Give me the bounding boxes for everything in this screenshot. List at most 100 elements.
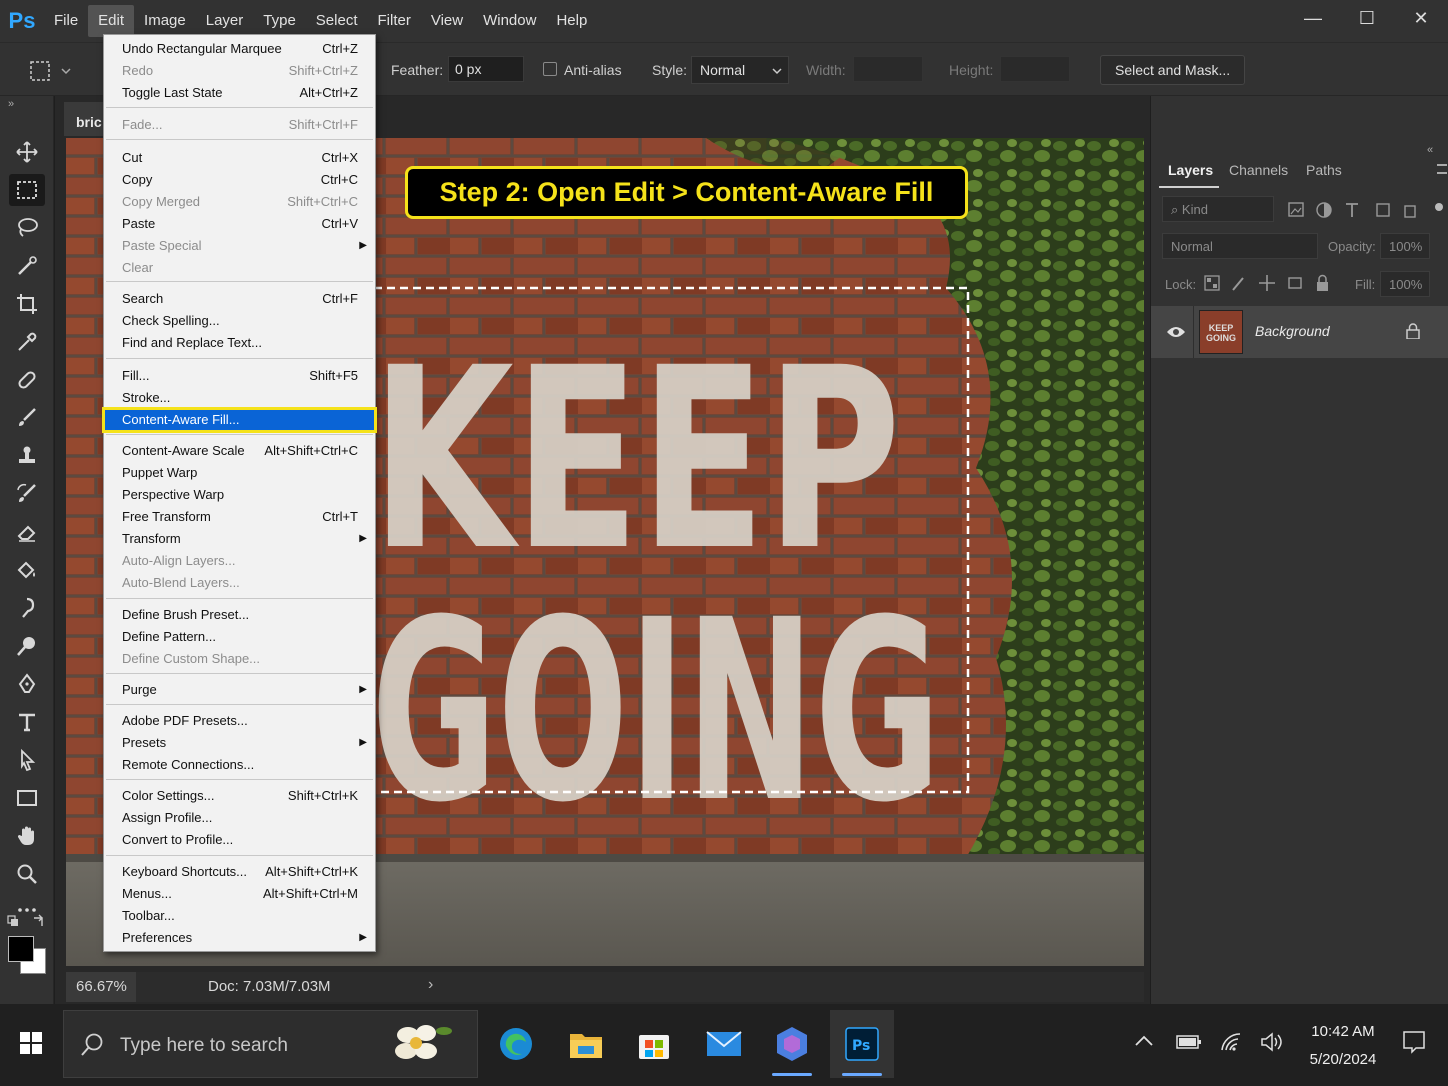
taskbar-search[interactable]: Type here to search (63, 1010, 478, 1078)
menu-layer[interactable]: Layer (196, 5, 254, 37)
clone-stamp-tool-icon[interactable] (9, 440, 45, 472)
layer-name[interactable]: Background (1255, 323, 1330, 339)
microsoft-store-icon[interactable] (622, 1010, 686, 1078)
clock[interactable]: 10:42 AM 5/20/2024 (1300, 1018, 1386, 1074)
minimize-button[interactable]: — (1286, 0, 1340, 36)
menuitem-paste[interactable]: Paste Ctrl+V (104, 213, 375, 235)
menuitem-undo[interactable]: Undo Rectangular Marquee Ctrl+Z (104, 38, 375, 60)
crop-tool-icon[interactable] (9, 288, 45, 320)
menuitem-convert-profile[interactable]: Convert to Profile... (104, 829, 375, 851)
menuitem-clear[interactable]: Clear (104, 257, 375, 279)
menuitem-search[interactable]: Search Ctrl+F (104, 288, 375, 310)
menuitem-stroke[interactable]: Stroke... (104, 387, 375, 409)
menuitem-cut[interactable]: Cut Ctrl+X (104, 147, 375, 169)
menuitem-preferences[interactable]: Preferences ▶ (104, 927, 375, 949)
menuitem-perspective-warp[interactable]: Perspective Warp (104, 484, 375, 506)
menuitem-copy[interactable]: Copy Ctrl+C (104, 169, 375, 191)
layer-filter-kind[interactable]: ⌕ Kind (1162, 196, 1274, 222)
mail-icon[interactable] (692, 1010, 756, 1078)
menu-edit[interactable]: Edit (88, 5, 135, 37)
menuitem-find-replace[interactable]: Find and Replace Text... (104, 332, 375, 354)
lasso-tool-icon[interactable] (9, 212, 45, 244)
antialias-checkbox[interactable] (543, 62, 557, 76)
menuitem-assign-profile[interactable]: Assign Profile... (104, 807, 375, 829)
edge-icon[interactable] (484, 1010, 548, 1078)
panel-menu-icon[interactable] (1437, 164, 1447, 174)
menuitem-copy-merged[interactable]: Copy Merged Shift+Ctrl+C (104, 191, 375, 213)
swap-colors-icon[interactable] (6, 914, 48, 935)
marquee-preset-icon[interactable] (28, 59, 72, 88)
menuitem-fill[interactable]: Fill... Shift+F5 (104, 365, 375, 387)
close-button[interactable]: ✕ (1394, 0, 1448, 36)
notifications-icon[interactable] (1402, 1030, 1426, 1059)
menuitem-toggle-last-state[interactable]: Toggle Last State Alt+Ctrl+Z (104, 82, 375, 104)
pen-tool-icon[interactable] (9, 668, 45, 700)
eye-icon[interactable] (1166, 325, 1186, 339)
app-hexagon-icon[interactable] (760, 1010, 824, 1078)
menuitem-puppet-warp[interactable]: Puppet Warp (104, 462, 375, 484)
opacity-input[interactable]: 100% (1380, 233, 1430, 259)
fill-input[interactable]: 100% (1380, 271, 1430, 297)
menuitem-redo[interactable]: Redo Shift+Ctrl+Z (104, 60, 375, 82)
wifi-icon[interactable] (1220, 1032, 1244, 1057)
menuitem-define-custom-shape[interactable]: Define Custom Shape... (104, 648, 375, 670)
menuitem-color-settings[interactable]: Color Settings... Shift+Ctrl+K (104, 785, 375, 807)
menuitem-transform[interactable]: Transform ▶ (104, 528, 375, 550)
tab-layers[interactable]: Layers (1168, 162, 1213, 178)
menuitem-keyboard-shortcuts[interactable]: Keyboard Shortcuts... Alt+Shift+Ctrl+K (104, 861, 375, 883)
menuitem-purge[interactable]: Purge ▶ (104, 679, 375, 701)
menuitem-define-pattern[interactable]: Define Pattern... (104, 626, 375, 648)
menu-type[interactable]: Type (253, 5, 306, 37)
volume-icon[interactable] (1260, 1032, 1284, 1057)
menuitem-content-aware-fill[interactable]: Content-Aware Fill... (102, 407, 377, 433)
menu-window[interactable]: Window (473, 5, 546, 37)
menuitem-auto-align[interactable]: Auto-Align Layers... (104, 550, 375, 572)
menuitem-remote-connections[interactable]: Remote Connections... (104, 754, 375, 776)
panel-collapse-icon[interactable]: « (1427, 144, 1433, 156)
rectangular-marquee-tool-icon[interactable] (9, 174, 45, 206)
tab-channels[interactable]: Channels (1229, 162, 1288, 178)
chevron-right-icon[interactable]: › (428, 976, 433, 994)
chevron-up-icon[interactable] (1134, 1034, 1154, 1053)
width-input[interactable] (853, 56, 923, 82)
menuitem-menus[interactable]: Menus... Alt+Shift+Ctrl+M (104, 883, 375, 905)
collapse-icon[interactable]: » (8, 98, 14, 110)
eyedropper-tool-icon[interactable] (9, 326, 45, 358)
rectangle-tool-icon[interactable] (9, 782, 45, 814)
menu-file[interactable]: File (44, 5, 88, 37)
menuitem-fade[interactable]: Fade... Shift+Ctrl+F (104, 114, 375, 136)
healing-brush-tool-icon[interactable] (9, 364, 45, 396)
layer-row-background[interactable]: KEEP GOING Background (1151, 306, 1448, 358)
menuitem-define-brush[interactable]: Define Brush Preset... (104, 604, 375, 626)
windows-start-icon[interactable] (20, 1032, 42, 1059)
menu-select[interactable]: Select (306, 5, 368, 37)
menuitem-toolbar[interactable]: Toolbar... (104, 905, 375, 927)
maximize-button[interactable]: ☐ (1340, 0, 1394, 36)
brush-tool-icon[interactable] (9, 402, 45, 434)
battery-icon[interactable] (1176, 1034, 1202, 1055)
menuitem-check-spelling[interactable]: Check Spelling... (104, 310, 375, 332)
path-selection-tool-icon[interactable] (9, 744, 45, 776)
style-select[interactable]: Normal (691, 56, 789, 84)
quick-selection-tool-icon[interactable] (9, 250, 45, 282)
menu-image[interactable]: Image (134, 5, 196, 37)
menuitem-content-aware-scale[interactable]: Content-Aware Scale Alt+Shift+Ctrl+C (104, 440, 375, 462)
type-tool-icon[interactable] (9, 706, 45, 738)
menuitem-auto-blend[interactable]: Auto-Blend Layers... (104, 572, 375, 594)
eraser-tool-icon[interactable] (9, 516, 45, 548)
file-explorer-icon[interactable] (554, 1010, 618, 1078)
feather-input[interactable]: 0 px (448, 56, 524, 82)
zoom-tool-icon[interactable] (9, 858, 45, 890)
smudge-tool-icon[interactable] (9, 592, 45, 624)
menu-filter[interactable]: Filter (368, 5, 421, 37)
menu-view[interactable]: View (421, 5, 473, 37)
tab-paths[interactable]: Paths (1306, 162, 1342, 178)
select-and-mask-button[interactable]: Select and Mask... (1100, 55, 1246, 85)
photoshop-taskbar-icon[interactable]: Ps (830, 1010, 894, 1078)
menuitem-free-transform[interactable]: Free Transform Ctrl+T (104, 506, 375, 528)
menuitem-presets[interactable]: Presets ▶ (104, 732, 375, 754)
dodge-tool-icon[interactable] (9, 630, 45, 662)
menu-help[interactable]: Help (546, 5, 597, 37)
blend-mode-select[interactable]: Normal (1162, 233, 1318, 259)
height-input[interactable] (1000, 56, 1070, 82)
